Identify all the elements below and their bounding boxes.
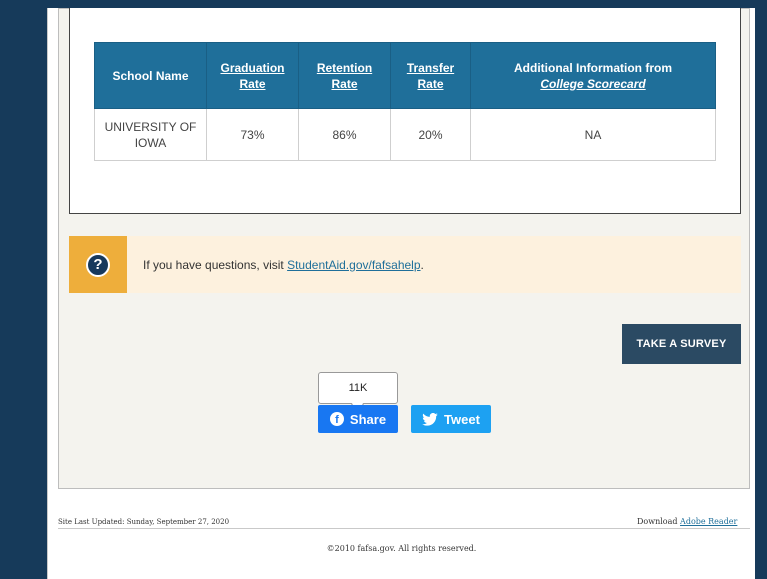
header-graduation-rate[interactable]: Graduation Rate [206, 42, 299, 109]
share-count: 11K [348, 382, 368, 394]
cell-additional-info: NA [470, 108, 716, 161]
header-retention-rate[interactable]: Retention Rate [298, 42, 391, 109]
adobe-reader-link[interactable]: Adobe Reader [680, 517, 737, 526]
graduation-rate-link-line2[interactable]: Rate [239, 77, 265, 91]
download-reader: Download Adobe Reader [637, 517, 738, 526]
header-additional-info: Additional Information from College Scor… [470, 42, 716, 109]
header-school-name: School Name [94, 42, 207, 109]
cell-graduation-rate: 73% [206, 108, 299, 161]
footer-divider [58, 528, 750, 529]
share-count-bubble: 11K [318, 372, 398, 404]
cell-retention-rate: 86% [298, 108, 391, 161]
help-banner: ? If you have questions, visit StudentAi… [69, 236, 741, 293]
table-header-row: School Name Graduation Rate Retention Ra… [94, 42, 716, 109]
cell-school-name: UNIVERSITY OF IOWA [94, 108, 207, 161]
take-survey-button[interactable]: TAKE A SURVEY [622, 324, 741, 364]
question-icon: ? [86, 252, 110, 277]
school-results-table: School Name Graduation Rate Retention Ra… [94, 42, 716, 161]
studentaid-help-link[interactable]: StudentAid.gov/fafsahelp [287, 258, 420, 272]
window-frame-top [0, 0, 767, 8]
help-icon-box: ? [69, 236, 127, 293]
graduation-rate-link[interactable]: Graduation [220, 61, 284, 75]
retention-rate-link[interactable]: Retention [317, 61, 372, 75]
header-transfer-rate[interactable]: Transfer Rate [390, 42, 471, 109]
window-frame-left [0, 0, 47, 579]
page-edge [47, 8, 48, 579]
transfer-rate-link[interactable]: Transfer [407, 61, 454, 75]
window-frame-right [755, 0, 767, 579]
table-row: UNIVERSITY OF IOWA 73% 86% 20% NA [94, 108, 716, 161]
twitter-bird-icon [422, 412, 438, 426]
copyright-text: ©2010 fafsa.gov. All rights reserved. [326, 544, 477, 553]
college-scorecard-link[interactable]: College Scorecard [540, 77, 645, 91]
facebook-icon: f [329, 412, 344, 426]
facebook-share-button[interactable]: f Share [318, 405, 398, 433]
transfer-rate-link-line2[interactable]: Rate [417, 77, 443, 91]
retention-rate-link-line2[interactable]: Rate [331, 77, 357, 91]
cell-transfer-rate: 20% [390, 108, 471, 161]
help-text: If you have questions, visit StudentAid.… [143, 258, 424, 272]
site-last-updated: Site Last Updated: Sunday, September 27,… [58, 518, 230, 526]
twitter-tweet-button[interactable]: Tweet [411, 405, 491, 433]
